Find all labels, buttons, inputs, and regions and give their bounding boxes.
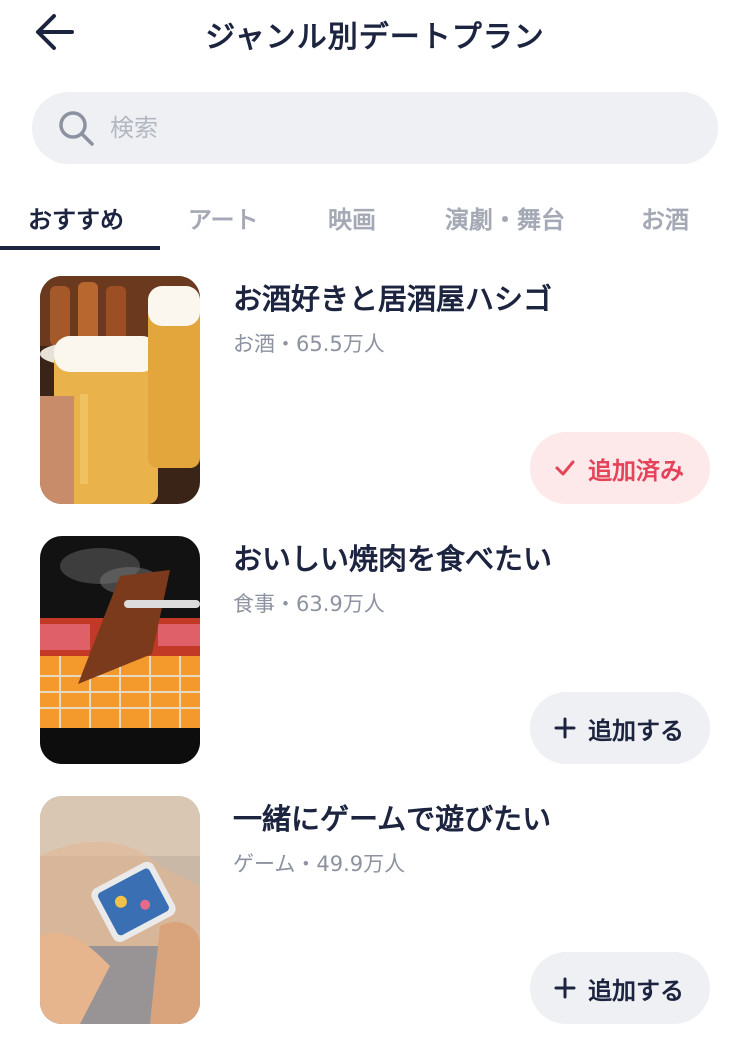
search-input[interactable]	[110, 114, 670, 142]
plan-card[interactable]: おいしい焼肉を食べたい 食事・63.9万人 追加する	[40, 536, 720, 764]
plan-thumbnail-beer	[40, 276, 200, 504]
add-button-label: 追加する	[588, 716, 684, 745]
plan-title: お酒好きと居酒屋ハシゴ	[233, 282, 553, 316]
page-title: ジャンル別デートプラン	[205, 20, 545, 55]
plan-thumbnail-game	[40, 796, 200, 1024]
search-bar[interactable]	[32, 92, 718, 164]
plan-card[interactable]: お酒好きと居酒屋ハシゴ お酒・65.5万人 追加済み	[40, 276, 720, 504]
add-button[interactable]: 追加する	[530, 952, 710, 1024]
tab-art[interactable]: アート	[188, 200, 259, 235]
plan-title: 一緒にゲームで遊びたい	[233, 802, 552, 836]
add-button-label: 追加する	[588, 976, 684, 1005]
added-button[interactable]: 追加済み	[530, 432, 710, 504]
plan-thumbnail-yakiniku	[40, 536, 200, 764]
check-icon	[554, 459, 576, 477]
plan-meta: 食事・63.9万人	[233, 592, 385, 616]
plan-card[interactable]: 一緒にゲームで遊びたい ゲーム・49.9万人 追加する	[40, 796, 720, 1024]
plan-title: おいしい焼肉を食べたい	[233, 542, 553, 576]
active-tab-indicator	[0, 246, 160, 250]
tab-recommended[interactable]: おすすめ	[28, 200, 124, 235]
tab-theater[interactable]: 演劇・舞台	[445, 200, 565, 235]
plus-icon	[554, 977, 576, 999]
tab-alcohol[interactable]: お酒	[641, 200, 689, 235]
plan-meta: ゲーム・49.9万人	[233, 852, 406, 876]
add-button[interactable]: 追加する	[530, 692, 710, 764]
plan-meta: お酒・65.5万人	[233, 332, 385, 356]
app-header: ジャンル別デートプラン	[0, 0, 750, 70]
added-button-label: 追加済み	[588, 456, 684, 485]
genre-tabs: おすすめ アート 映画 演劇・舞台 お酒	[0, 182, 750, 252]
plus-icon	[554, 717, 576, 739]
tab-movie[interactable]: 映画	[328, 200, 376, 235]
search-icon	[59, 111, 94, 146]
